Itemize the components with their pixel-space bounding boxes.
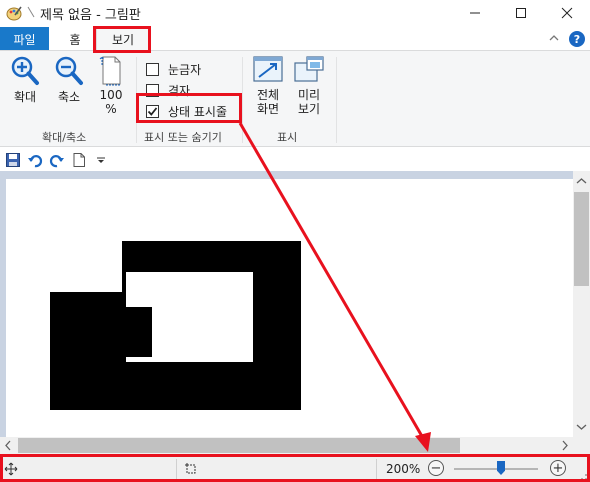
window-title: 제목 없음 - 그림판 [40,8,141,23]
drawing-canvas[interactable] [6,179,573,446]
zoom-in-icon [11,56,39,85]
zoom-out-small-button[interactable]: − [428,460,444,476]
canvas-workspace [0,171,590,455]
checkmark-icon [147,106,158,116]
status-bar-label: 상태 표시줄 [168,104,228,119]
full-screen-label-line1: 전체 [256,88,280,102]
status-bar-checkbox-row[interactable]: 상태 표시줄 [146,102,227,120]
scroll-right-icon[interactable] [556,437,573,454]
title-bar: 제목 없음 - 그림판 [0,0,590,26]
actual-size-button[interactable]: 100 % [94,55,128,116]
customize-qat-dropdown-icon[interactable] [93,152,109,168]
group-divider [336,57,337,143]
tab-file[interactable]: 파일 [0,27,49,51]
rulers-checkbox-row[interactable]: 눈금자 [146,60,201,78]
help-icon[interactable]: ? [569,31,585,47]
zoom-in-small-button[interactable]: + [550,460,566,476]
horizontal-scroll-thumb[interactable] [18,438,460,453]
status-divider [176,459,177,479]
zoom-out-label: 축소 [57,90,81,104]
maximize-button[interactable] [498,0,544,26]
full-screen-button[interactable]: 전체 화면 [250,55,286,116]
vertical-scroll-thumb[interactable] [574,192,589,286]
gridlines-checkbox-row[interactable]: 격자 [146,81,190,99]
quick-access-toolbar [0,148,590,171]
thumbnail-icon [294,56,324,82]
status-bar: 200% − + [0,455,590,482]
thumbnail-button[interactable]: 미리 보기 [292,55,326,116]
scrollbar-corner [573,437,590,454]
close-button[interactable] [544,0,590,26]
status-bar-checkbox[interactable] [146,104,159,118]
quick-access-separator-icon [27,6,35,18]
zoom-level-text: 200% [386,462,421,476]
new-file-icon[interactable] [71,152,87,168]
display-group-label: 표시 [277,131,298,144]
zoom-in-button[interactable]: 확대 [8,55,42,104]
rulers-label: 눈금자 [168,62,202,77]
zoom-out-button[interactable]: 축소 [52,55,86,104]
redo-icon[interactable] [49,152,65,168]
thumbnail-label-line2: 보기 [297,102,321,116]
full-screen-icon [253,56,283,82]
close-icon [561,7,573,19]
thumbnail-label-line1: 미리 [297,88,321,102]
cursor-position-icon [4,462,18,476]
collapse-ribbon-icon[interactable] [548,32,560,44]
tab-view[interactable]: 보기 [96,27,150,51]
status-divider [376,459,377,479]
actual-size-icon [99,56,121,86]
scroll-down-icon[interactable] [573,418,590,435]
full-screen-label-line2: 화면 [256,102,280,116]
zoom-slider-thumb[interactable] [497,461,505,475]
rulers-checkbox[interactable] [146,62,159,76]
actual-size-label-line1: 100 [99,88,123,102]
zoom-slider-track[interactable] [454,468,538,470]
group-divider [136,57,137,143]
paint-app-icon[interactable] [6,5,22,21]
selection-size-icon [185,463,196,474]
actual-size-label-line2: % [105,102,117,116]
show-hide-group-label: 표시 또는 숨기기 [144,131,222,144]
minimize-button[interactable] [452,0,498,26]
scroll-up-icon[interactable] [573,173,590,190]
scroll-left-icon[interactable] [0,437,17,454]
ribbon-panel: 확대 축소 100 % 확대/축소 눈금자 격자 상태 표시줄 표시 또는 숨기… [0,50,590,147]
ribbon-tabs: 파일 홈 보기 [0,26,590,51]
resize-grip-icon[interactable] [578,471,588,481]
gridlines-label: 격자 [168,83,191,98]
tab-home[interactable]: 홈 [55,27,95,51]
group-divider [242,57,243,143]
zoom-in-label: 확대 [13,90,37,104]
save-icon[interactable] [5,152,21,168]
canvas-drawing [50,241,301,410]
maximize-icon [516,8,526,18]
minimize-icon [470,12,480,14]
gridlines-checkbox[interactable] [146,83,159,97]
zoom-out-icon [55,56,83,85]
zoom-group-label: 확대/축소 [42,131,87,144]
undo-icon[interactable] [27,152,43,168]
